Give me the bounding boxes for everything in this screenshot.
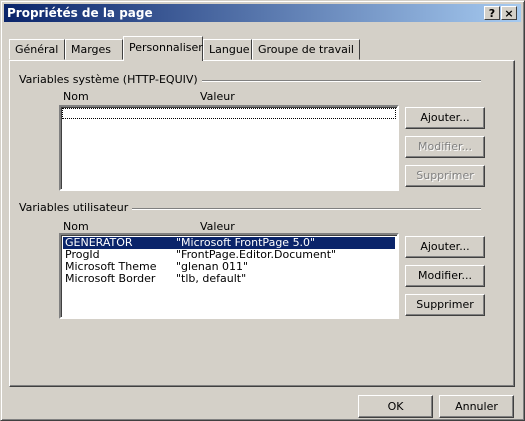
user-delete-button[interactable]: Supprimer <box>405 294 485 316</box>
list-focus-rect <box>62 108 396 119</box>
close-button[interactable]: × <box>501 6 517 20</box>
tab-personnaliser[interactable]: Personnaliser <box>123 36 203 61</box>
cancel-button[interactable]: Annuler <box>439 395 514 418</box>
title-bar[interactable]: Propriétés de la page ? × <box>4 4 521 22</box>
tab-groupe-de-travail[interactable]: Groupe de travail <box>252 39 360 60</box>
system-modify-button[interactable]: Modifier... <box>405 136 485 158</box>
user-vars-list[interactable]: GENERATOR "Microsoft FrontPage 5.0" Prog… <box>59 233 399 319</box>
user-col-name: Nom <box>63 220 89 233</box>
user-modify-button[interactable]: Modifier... <box>405 265 485 287</box>
user-vars-label: Variables utilisateur <box>19 201 133 214</box>
system-delete-button[interactable]: Supprimer <box>405 165 485 187</box>
tab-langue[interactable]: Langue <box>203 39 252 60</box>
dialog-title: Propriétés de la page <box>7 6 153 20</box>
help-button[interactable]: ? <box>484 6 500 20</box>
system-vars-label: Variables système (HTTP-EQUIV) <box>19 73 202 86</box>
system-vars-list[interactable] <box>59 105 399 191</box>
user-col-value: Valeur <box>200 220 235 233</box>
ok-button[interactable]: OK <box>358 395 433 418</box>
tab-marges[interactable]: Marges <box>65 39 123 60</box>
row-name: Microsoft Border <box>65 272 156 285</box>
system-add-button[interactable]: Ajouter... <box>405 107 485 129</box>
system-col-value: Valeur <box>200 90 235 103</box>
row-value: "tlb, default" <box>176 272 247 285</box>
page-properties-dialog: Propriétés de la page ? × Général Marges… <box>0 0 525 421</box>
table-row[interactable]: Microsoft Border "tlb, default" <box>63 273 395 285</box>
system-col-name: Nom <box>63 90 89 103</box>
user-add-button[interactable]: Ajouter... <box>405 236 485 258</box>
tab-general[interactable]: Général <box>9 39 65 60</box>
